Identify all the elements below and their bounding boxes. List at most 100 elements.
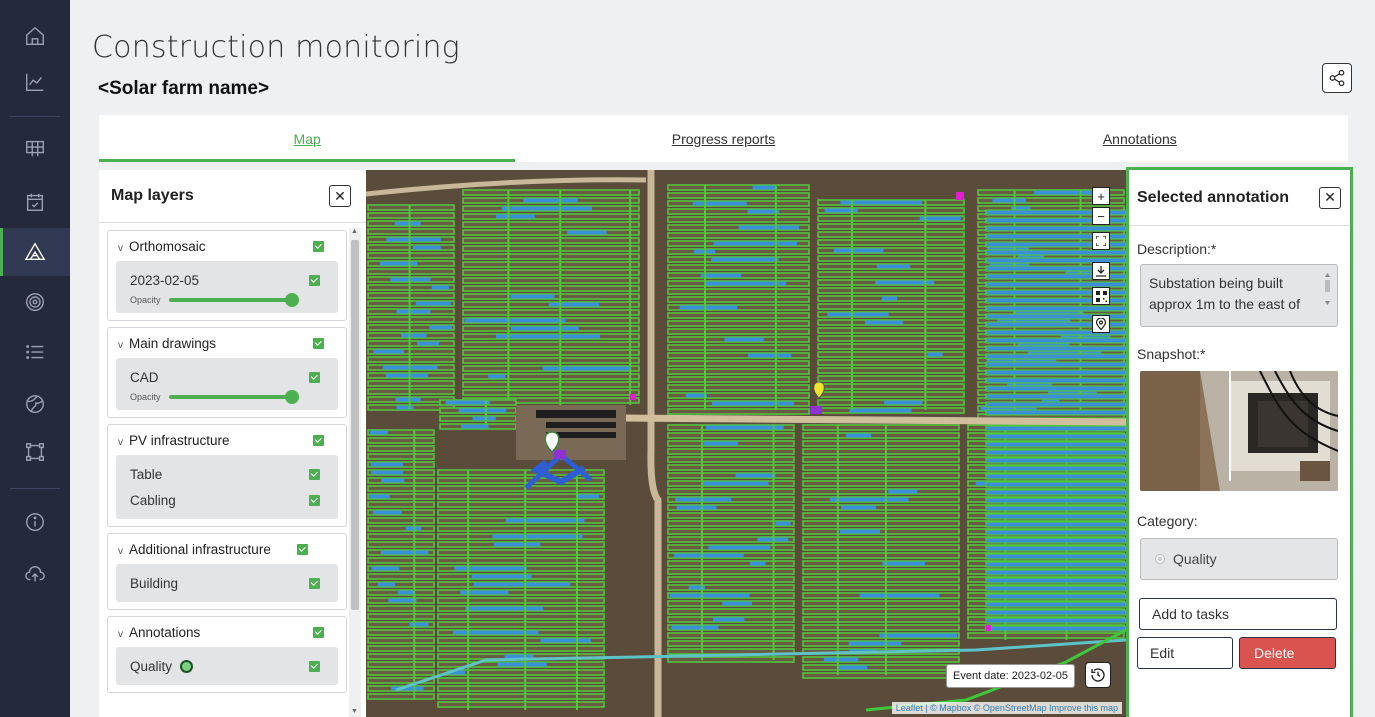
zoom-in-button[interactable]: + <box>1092 187 1110 205</box>
qr-icon <box>1095 290 1107 302</box>
opacity-label: Opacity <box>130 392 161 402</box>
tab-annotations[interactable]: Annotations <box>932 115 1348 162</box>
chevron-down-icon[interactable]: v <box>118 629 123 640</box>
selected-annotation-panel: Selected annotation ✕ Description:* Subs… <box>1126 167 1353 717</box>
location-pin-icon <box>1096 318 1106 330</box>
layer-item-checkbox[interactable] <box>309 371 320 383</box>
page-subtitle: <Solar farm name> <box>98 78 270 99</box>
history-icon <box>1091 668 1105 682</box>
annotation-panel-title: Selected annotation <box>1137 188 1290 206</box>
opacity-slider[interactable] <box>168 293 299 307</box>
opacity-slider[interactable] <box>168 390 299 404</box>
chevron-down-icon[interactable]: v <box>118 546 123 557</box>
globe-icon[interactable] <box>0 380 70 428</box>
layer-item-label: 2023-02-05 <box>130 272 200 288</box>
delete-button[interactable]: Delete <box>1239 637 1336 669</box>
layer-group-label[interactable]: Additional infrastructure <box>129 542 271 557</box>
event-date-label: Event date: 2023-02-05 <box>946 664 1075 688</box>
layer-item-label: Quality <box>130 658 173 674</box>
location-pin-button[interactable] <box>1092 315 1110 333</box>
layers-panel-title: Map layers <box>111 187 194 204</box>
map-attribution[interactable]: Leaflet | © Mapbox © OpenStreetMap Impro… <box>891 702 1122 714</box>
share-icon <box>1329 69 1345 87</box>
layer-group-checkbox[interactable] <box>297 543 308 555</box>
close-icon: ✕ <box>334 187 346 204</box>
download-button[interactable] <box>1092 262 1110 280</box>
page-title: Construction monitoring <box>92 30 460 65</box>
map-layers-panel: Map layers ✕ v Orthomosaic 2023-02-05 Opa… <box>99 170 366 717</box>
layer-item-label: CAD <box>130 369 159 385</box>
layer-group-checkbox[interactable] <box>313 337 324 349</box>
layer-group-additional-infrastructure: v Additional infrastructure Building <box>107 533 347 610</box>
info-icon[interactable] <box>0 498 70 546</box>
chevron-down-icon[interactable]: v <box>118 437 123 448</box>
orthomosaic-map[interactable] <box>366 170 1126 717</box>
layer-item-label: Table <box>130 466 163 482</box>
edit-button[interactable]: Edit <box>1137 637 1233 669</box>
chevron-down-icon[interactable]: v <box>118 340 123 351</box>
chart-icon[interactable] <box>0 58 70 106</box>
layer-group-checkbox[interactable] <box>313 626 324 638</box>
qr-button[interactable] <box>1092 287 1110 305</box>
layer-group-annotations: v Annotations Quality <box>107 616 347 693</box>
layers-scrollbar[interactable]: ▲ ▼ <box>349 228 361 717</box>
zoom-out-icon: − <box>1097 208 1105 224</box>
layer-item-checkbox[interactable] <box>309 494 320 506</box>
target-icon[interactable] <box>0 278 70 326</box>
sidebar <box>0 0 70 717</box>
layer-item-checkbox[interactable] <box>309 274 320 286</box>
zoom-out-button[interactable]: − <box>1092 207 1110 225</box>
snapshot-image[interactable] <box>1140 371 1338 491</box>
layer-item-label: Cabling <box>130 492 176 508</box>
home-icon[interactable] <box>0 12 70 60</box>
construction-icon[interactable] <box>0 228 70 276</box>
scroll-down-icon[interactable]: ▼ <box>351 708 358 715</box>
table-grid-icon[interactable] <box>0 124 70 172</box>
opacity-slider-handle[interactable] <box>284 390 299 404</box>
layer-group-main-drawings: v Main drawings CAD Opacity <box>107 327 347 418</box>
layer-item-checkbox[interactable] <box>309 577 320 589</box>
close-icon: ✕ <box>1324 189 1336 205</box>
layer-group-label[interactable]: Annotations <box>129 625 200 640</box>
close-annotation-button[interactable]: ✕ <box>1319 186 1341 209</box>
area-select-icon[interactable] <box>0 428 70 476</box>
category-label: Category: <box>1137 513 1198 529</box>
tab-progress-reports[interactable]: Progress reports <box>515 115 931 162</box>
opacity-slider-handle[interactable] <box>284 293 299 307</box>
layers-list[interactable]: v Orthomosaic 2023-02-05 Opacity v Main dr… <box>107 230 347 717</box>
cloud-upload-icon[interactable] <box>0 550 70 598</box>
category-value: Quality <box>1173 551 1217 567</box>
description-textarea[interactable]: Substation being built approx 1m to the … <box>1140 264 1338 327</box>
layer-item-checkbox[interactable] <box>309 468 320 480</box>
close-layers-button[interactable]: ✕ <box>329 185 351 207</box>
calendar-check-icon[interactable] <box>0 178 70 226</box>
fullscreen-icon <box>1096 236 1106 246</box>
download-icon <box>1096 265 1106 277</box>
layer-group-label[interactable]: Orthomosaic <box>129 239 206 254</box>
opacity-label: Opacity <box>130 295 161 305</box>
layer-group-checkbox[interactable] <box>313 240 324 252</box>
layer-group-orthomosaic: v Orthomosaic 2023-02-05 Opacity <box>107 230 347 321</box>
category-radio[interactable] <box>1155 554 1165 564</box>
snapshot-label: Snapshot:* <box>1137 346 1206 362</box>
list-icon[interactable] <box>0 328 70 376</box>
quality-marker-icon <box>180 660 194 674</box>
zoom-in-icon: + <box>1097 188 1105 204</box>
layer-group-label[interactable]: Main drawings <box>129 336 216 351</box>
textarea-scrollbar[interactable] <box>1323 271 1332 307</box>
tab-map[interactable]: Map <box>99 115 516 162</box>
scrollbar-thumb[interactable] <box>351 240 359 610</box>
layer-item-label: Building <box>130 575 179 591</box>
share-button[interactable] <box>1322 63 1352 93</box>
scroll-up-icon[interactable]: ▲ <box>351 228 358 235</box>
fullscreen-button[interactable] <box>1092 232 1110 250</box>
description-label: Description:* <box>1137 241 1217 257</box>
category-selector[interactable]: Quality <box>1140 538 1338 580</box>
history-button[interactable] <box>1085 662 1111 688</box>
map-view[interactable]: + − Event date: 2023-02-05 Leaflet | © M… <box>366 170 1126 717</box>
layer-group-label[interactable]: PV infrastructure <box>129 433 230 448</box>
layer-group-checkbox[interactable] <box>313 434 324 446</box>
add-to-tasks-button[interactable]: Add to tasks <box>1139 598 1337 630</box>
layer-item-checkbox[interactable] <box>309 660 320 672</box>
chevron-down-icon[interactable]: v <box>118 243 123 254</box>
